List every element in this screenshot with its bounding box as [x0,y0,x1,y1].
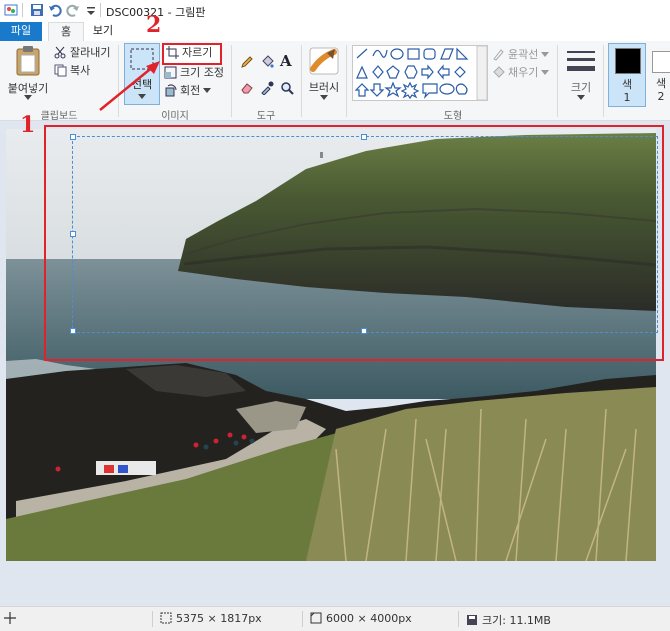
crop-button[interactable]: 자르기 [162,43,222,65]
scissors-icon [54,46,66,59]
size-button[interactable]: 크기 [562,45,600,103]
pencil-icon[interactable] [240,55,254,69]
canvas-area[interactable] [0,121,670,606]
title-bar: DSC00321 - 그림판 [0,0,670,22]
chevron-down-icon [24,95,32,100]
color1-button[interactable]: 색 1 [608,43,646,107]
ribbon-tabs: 파일 홈 보기 [0,22,670,42]
paste-icon [16,46,40,76]
tab-home[interactable]: 홈 [48,22,84,42]
file-size-status: 크기: 11.1MB [466,612,551,628]
fill-dropdown[interactable]: 채우기 [492,65,552,81]
selection-size-icon [160,612,172,624]
image-size-value: 6000 × 4000px [326,612,412,625]
magnifier-icon[interactable] [280,81,294,95]
color2-swatch [652,51,670,73]
redo-icon[interactable] [66,3,80,17]
fill-bucket-icon[interactable] [260,55,274,69]
file-size-value: 크기: 11.1MB [482,614,551,627]
chevron-down-icon [320,95,328,100]
chevron-down-icon [541,52,550,57]
fill-icon [493,66,505,78]
color1-swatch [615,48,641,74]
text-tool-icon[interactable]: A [280,52,292,70]
copy-button[interactable]: 복사 [54,63,90,79]
rotate-button[interactable]: 회전 [164,83,214,99]
paste-label: 붙여넣기 [7,82,49,95]
shapes-group-label: 도형 [443,111,463,122]
undo-icon[interactable] [48,3,62,17]
outline-dropdown[interactable]: 윤곽선 [492,47,552,63]
crop-label: 자르기 [182,46,213,59]
image-size-icon [310,612,322,624]
annotation-arrow [99,61,160,111]
paint-app-icon [4,4,18,16]
tools-group-label: 도구 [256,111,276,122]
cursor-position-icon [4,612,16,624]
copy-icon [54,64,67,77]
color1-label: 색 1 [621,78,633,104]
brushes-label: 브러시 [308,81,340,94]
annotation-step-2: 2 [146,12,162,38]
shapes-gallery[interactable] [352,45,488,101]
copy-label: 복사 [70,64,91,77]
outline-icon [493,49,504,61]
annotation-box-1 [44,125,664,361]
size-label: 크기 [570,81,592,94]
crop-icon [166,46,179,59]
color2-label: 색 2 [655,77,667,103]
paste-button[interactable]: 붙여넣기 [6,45,50,101]
color2-button[interactable]: 색 2 [648,43,670,105]
brush-icon [309,47,339,75]
chevron-down-icon [203,88,212,93]
customize-quick-access-icon[interactable] [84,3,98,17]
line-width-icon [567,51,595,71]
disk-icon [467,615,477,625]
chevron-down-icon [577,95,585,100]
selection-size-status: 5375 × 1817px [160,612,262,625]
outline-label: 윤곽선 [508,48,539,61]
save-icon[interactable] [30,3,44,17]
annotation-step-1: 1 [20,112,36,138]
image-size-status: 6000 × 4000px [310,612,412,625]
selection-size-value: 5375 × 1817px [176,612,262,625]
brushes-button[interactable]: 브러시 [306,45,342,103]
shapes-grid-icon [354,45,488,101]
color-picker-icon[interactable] [260,81,274,95]
rotate-label: 회전 [180,84,201,97]
tab-file[interactable]: 파일 [0,22,42,41]
chevron-down-icon [541,70,550,75]
resize-label: 크기 조정 [180,66,224,79]
status-bar: 5375 × 1817px 6000 × 4000px 크기: 11.1MB [0,606,670,631]
fill-label: 채우기 [508,66,539,79]
eraser-icon[interactable] [240,81,254,95]
resize-button[interactable]: 크기 조정 [164,65,224,81]
tab-view[interactable]: 보기 [86,22,120,41]
